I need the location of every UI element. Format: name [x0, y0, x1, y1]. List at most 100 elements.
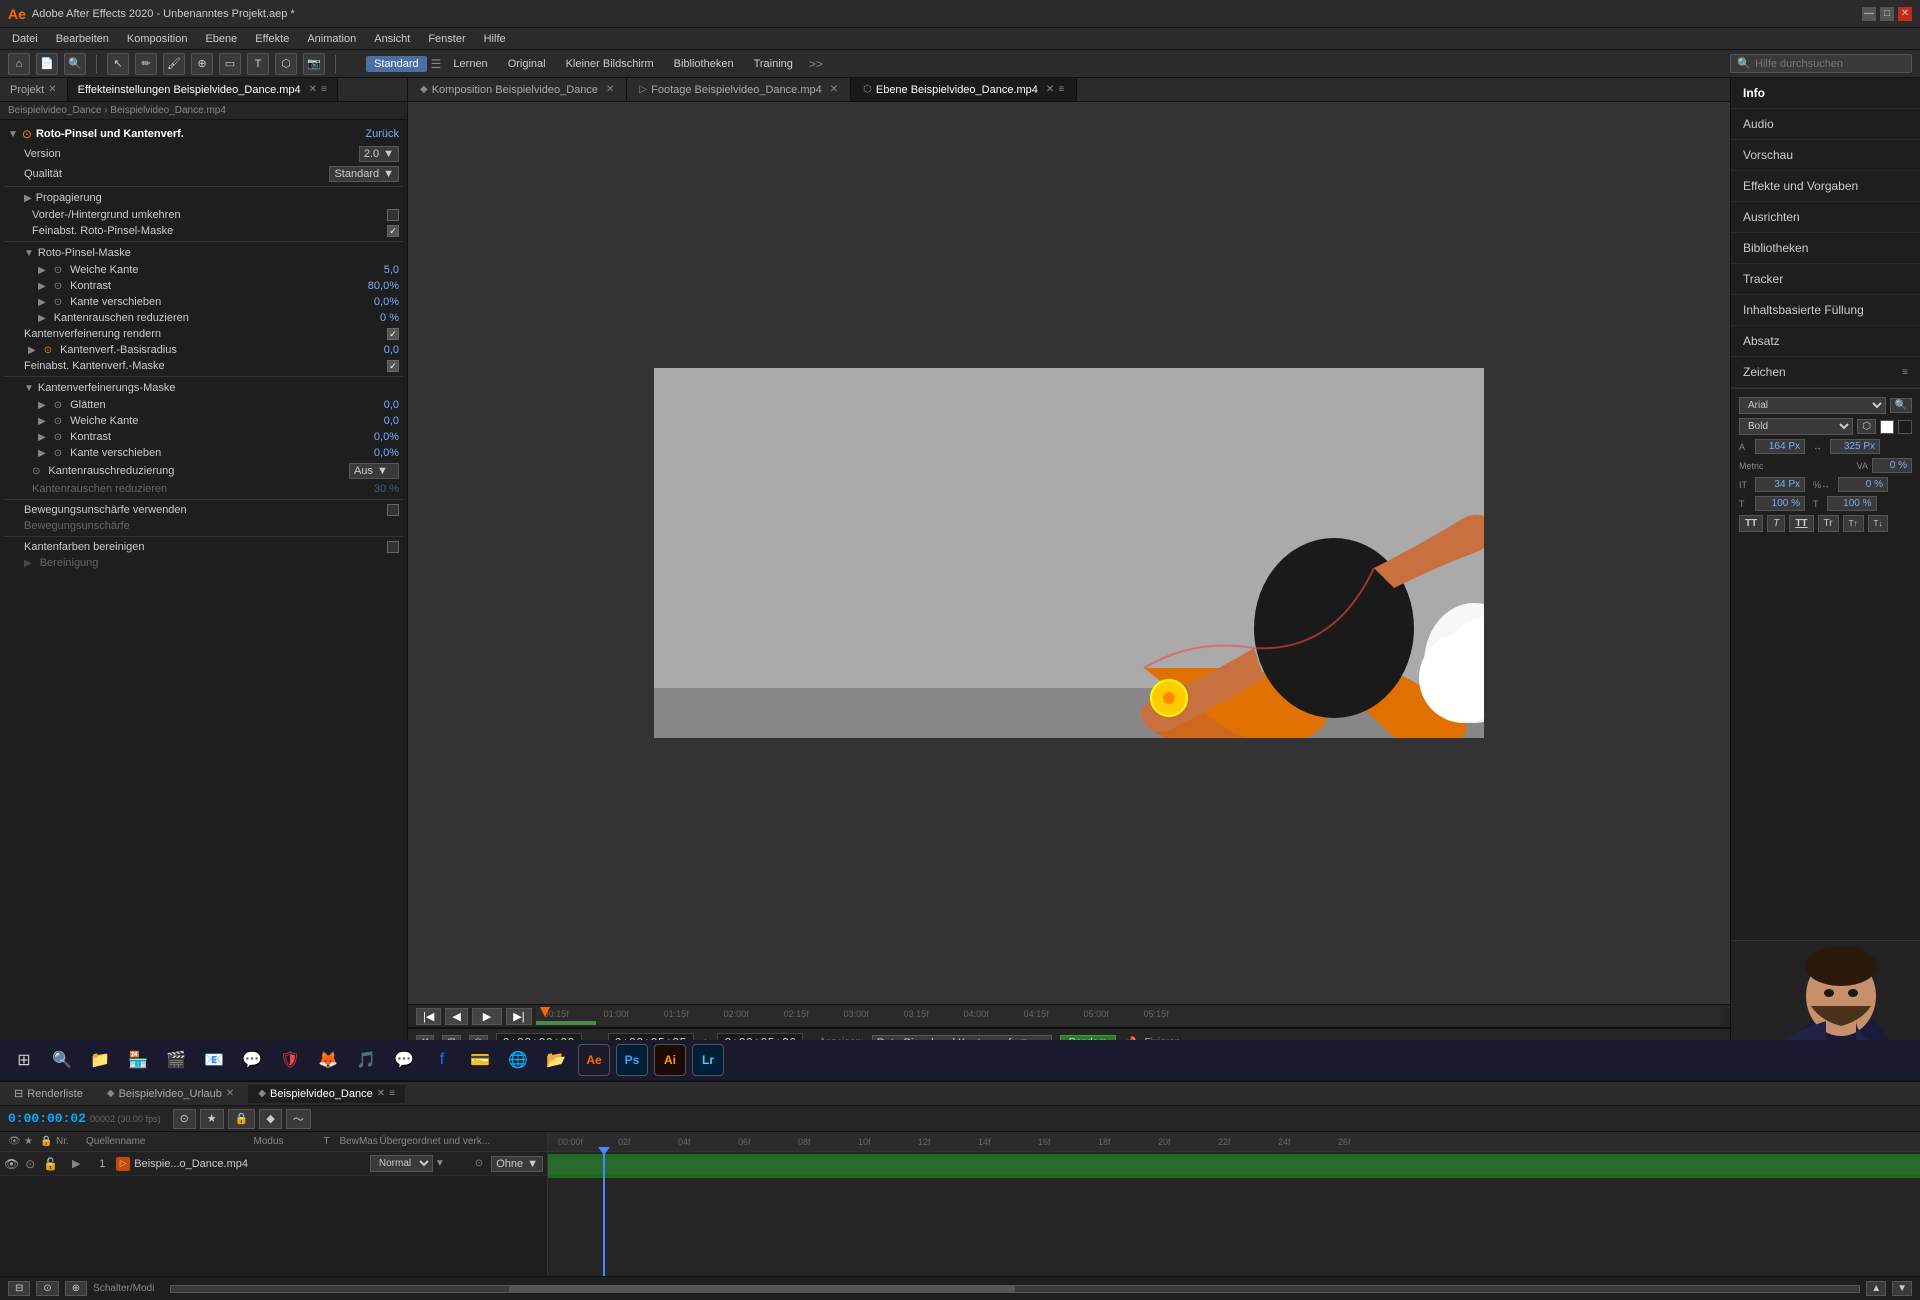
menu-ebene[interactable]: Ebene — [197, 31, 245, 47]
tab-komposition[interactable]: ◆ Komposition Beispielvideo_Dance ✕ — [408, 78, 627, 101]
ts-bold-btn[interactable]: TT — [1739, 515, 1763, 532]
tab-ebene-menu[interactable]: ≡ — [1058, 84, 1064, 95]
tab-footage-close[interactable]: ✕ — [830, 84, 838, 95]
effect-main-header[interactable]: ▼ ⊙ Roto-Pinsel und Kantenverf. Zurück — [4, 124, 403, 144]
panel-audio[interactable]: Audio — [1731, 109, 1920, 140]
style-select[interactable]: Bold — [1739, 418, 1853, 435]
leading-pct-input[interactable] — [1838, 477, 1888, 492]
toolbar-pen-btn[interactable]: ✏ — [135, 53, 157, 75]
noise-value[interactable]: 0 % — [339, 312, 399, 324]
workspace-kleiner[interactable]: Kleiner Bildschirm — [558, 56, 662, 72]
taskbar-facebook-btn[interactable]: f — [426, 1044, 458, 1076]
menu-ansicht[interactable]: Ansicht — [366, 31, 418, 47]
tl-bottom-btn3[interactable]: ⊕ — [65, 1281, 87, 1296]
color-swatch-black[interactable] — [1898, 420, 1912, 434]
motion-blur-checkbox[interactable] — [387, 504, 399, 516]
dance-menu[interactable]: ≡ — [389, 1088, 395, 1099]
tl-motion-btn[interactable]: 〜 — [286, 1109, 311, 1129]
taskbar-shield-btn[interactable]: 🛡 — [274, 1044, 306, 1076]
dance-close[interactable]: ✕ — [377, 1088, 385, 1099]
workspace-lernen[interactable]: Lernen — [445, 56, 495, 72]
toolbar-select-btn[interactable]: ↖ — [107, 53, 129, 75]
va-input[interactable] — [1872, 458, 1912, 473]
panel-info[interactable]: Info — [1731, 78, 1920, 109]
tab-projekt[interactable]: Projekt ✕ — [0, 78, 68, 101]
layer-mode-select[interactable]: Normal — [370, 1155, 433, 1172]
smooth-value[interactable]: 0,0 — [339, 399, 399, 411]
tl-solo-btn[interactable]: ★ — [200, 1109, 224, 1129]
zeichen-menu-icon[interactable]: ≡ — [1902, 367, 1908, 378]
taskbar-messenger-btn[interactable]: 💬 — [388, 1044, 420, 1076]
taskbar-search-btn[interactable]: 🔍 — [46, 1044, 78, 1076]
prev-frame-btn[interactable]: ◀ — [445, 1008, 467, 1025]
taskbar-media-btn[interactable]: 🎬 — [160, 1044, 192, 1076]
taskbar-browser-btn[interactable]: 🌐 — [502, 1044, 534, 1076]
version-select[interactable]: 2.0 ▼ — [359, 146, 399, 162]
taskbar-music-btn[interactable]: 🎵 — [350, 1044, 382, 1076]
tl-bottom-btn1[interactable]: ⊟ — [8, 1281, 30, 1296]
toolbar-brush-btn[interactable]: 🖌 — [163, 53, 185, 75]
toolbar-new-btn[interactable]: 📄 — [36, 53, 58, 75]
parent-select[interactable]: Ohne ▼ — [491, 1156, 543, 1172]
toolbar-text-btn[interactable]: T — [247, 53, 269, 75]
toolbar-search-tools-btn[interactable]: 🔍 — [64, 53, 86, 75]
propagierung-header[interactable]: ▶ Propagierung — [4, 189, 403, 207]
color-swatch-white[interactable] — [1880, 420, 1894, 434]
taskbar-ai-btn[interactable]: Ai — [654, 1044, 686, 1076]
clean-colors-checkbox[interactable] — [387, 541, 399, 553]
track-bar[interactable] — [548, 1158, 1920, 1174]
menu-komposition[interactable]: Komposition — [119, 31, 196, 47]
ts-smallcaps-btn[interactable]: Tr — [1818, 515, 1839, 532]
taskbar-explorer-btn[interactable]: 📂 — [540, 1044, 572, 1076]
workspace-more-icon[interactable]: >> — [809, 57, 823, 71]
tl-down-btn[interactable]: ▼ — [1892, 1281, 1912, 1296]
roto-maske-header[interactable]: ▼ Roto-Pinsel-Maske — [4, 244, 403, 262]
layer-solo-btn[interactable]: ⊙ — [25, 1157, 35, 1171]
ts-super-btn[interactable]: T↑ — [1843, 515, 1864, 532]
toolbar-roto-btn[interactable]: ⬡ — [275, 53, 297, 75]
tl-bottom-btn2[interactable]: ⊙ — [36, 1281, 58, 1296]
panel-bibliotheken[interactable]: Bibliotheken — [1731, 233, 1920, 264]
toolbar-home-btn[interactable]: ⌂ — [8, 53, 30, 75]
play-btn[interactable]: ▶ — [472, 1008, 502, 1025]
taskbar-outlook-btn[interactable]: 📧 — [198, 1044, 230, 1076]
panel-tracker[interactable]: Tracker — [1731, 264, 1920, 295]
shift-edge-value[interactable]: 0,0% — [339, 296, 399, 308]
tl-tab-urlaub[interactable]: ◆ Beispielvideo_Urlaub ✕ — [97, 1085, 244, 1103]
minimize-button[interactable]: — — [1862, 7, 1876, 21]
tl-tab-renderliste[interactable]: ⊟ Renderliste — [4, 1084, 93, 1103]
menu-hilfe[interactable]: Hilfe — [476, 31, 514, 47]
soft-edge-value[interactable]: 5,0 — [339, 264, 399, 276]
taskbar-firefox-btn[interactable]: 🦊 — [312, 1044, 344, 1076]
font-select[interactable]: Arial — [1739, 397, 1886, 414]
refine-render-checkbox[interactable] — [387, 328, 399, 340]
tracking-input[interactable] — [1830, 439, 1880, 454]
font-size-input[interactable] — [1755, 439, 1805, 454]
ts-sub-btn[interactable]: T↓ — [1868, 515, 1889, 532]
panel-inhaltsbasiert[interactable]: Inhaltsbasierte Füllung — [1731, 295, 1920, 326]
workspace-bibliotheken[interactable]: Bibliotheken — [666, 56, 742, 72]
goto-start-btn[interactable]: |◀ — [416, 1008, 441, 1025]
ts-allcaps-btn[interactable]: TT — [1789, 515, 1813, 532]
layer-expand[interactable]: ▶ — [64, 1157, 88, 1170]
taskbar-lr-btn[interactable]: Lr — [692, 1044, 724, 1076]
tl-lock-btn[interactable]: 🔒 — [228, 1109, 256, 1129]
tab-effekt-menu[interactable]: ≡ — [321, 84, 327, 95]
tab-komposition-close[interactable]: ✕ — [606, 84, 614, 95]
edge-noise-select[interactable]: Aus ▼ — [349, 463, 399, 479]
menu-bearbeiten[interactable]: Bearbeiten — [48, 31, 117, 47]
bottom-scroll-thumb[interactable] — [509, 1286, 1015, 1292]
taskbar-store-btn[interactable]: 🏪 — [122, 1044, 154, 1076]
toolbar-search[interactable]: 🔍 — [1730, 54, 1912, 73]
tab-effekteinstellungen[interactable]: Effekteinstellungen Beispielvideo_Dance.… — [68, 78, 338, 101]
search-input[interactable] — [1755, 58, 1905, 70]
layer-eye-btn[interactable]: 👁 — [4, 1157, 19, 1171]
scale-v-input[interactable] — [1827, 496, 1877, 511]
shift-edge2-value[interactable]: 0,0% — [339, 447, 399, 459]
menu-effekte[interactable]: Effekte — [247, 31, 297, 47]
tl-marker-btn[interactable]: ◆ — [259, 1109, 281, 1129]
toolbar-clone-btn[interactable]: ⊕ — [191, 53, 213, 75]
base-radius-value[interactable]: 0,0 — [339, 344, 399, 356]
taskbar-folder-btn[interactable]: 📁 — [84, 1044, 116, 1076]
panel-absatz[interactable]: Absatz — [1731, 326, 1920, 357]
